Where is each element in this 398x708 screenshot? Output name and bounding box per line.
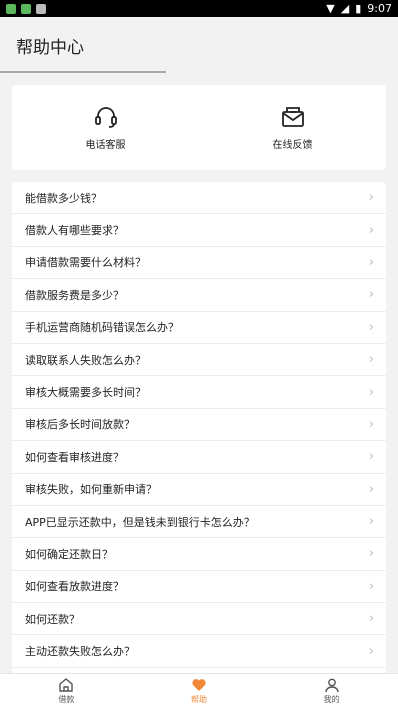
- person-icon: [324, 678, 339, 693]
- faq-question: 如何查看审核进度？: [25, 450, 124, 464]
- faq-item[interactable]: 如何查看放款进度？ ›: [12, 571, 386, 604]
- phone-service-label: 电话客服: [85, 140, 126, 151]
- faq-item[interactable]: 如何还款？ ›: [12, 603, 386, 636]
- tab-mine-label: 我的: [323, 695, 340, 704]
- faq-item[interactable]: 审核失败，如何重新申请？ ›: [12, 474, 386, 506]
- faq-list: 能借款多少钱？ › 借款人有哪些要求？ › 申请借款需要什么材料？ › 借款服务费是多少？ ›…: [12, 182, 386, 674]
- chevron-right-icon: ›: [368, 546, 374, 562]
- home-icon: [59, 678, 74, 692]
- faq-item[interactable]: 主动还款失败怎么办？ ›: [12, 635, 386, 668]
- faq-item[interactable]: 能借款多少钱？ ›: [12, 182, 386, 215]
- online-feedback-button[interactable]: 在线反馈: [199, 85, 386, 170]
- chevron-right-icon: ›: [368, 481, 374, 497]
- faq-item[interactable]: APP已显示还款中，但是钱未到银行卡怎么办？ ›: [12, 506, 386, 539]
- chevron-right-icon: ›: [368, 190, 374, 206]
- faq-item[interactable]: 审核大概需要多长时间？ ›: [12, 376, 386, 409]
- contact-card: 电话客服 在线反馈: [12, 85, 386, 170]
- faq-item[interactable]: 手机运营商随机码错误怎么办？ ›: [12, 312, 386, 344]
- tab-loan[interactable]: 借款: [0, 674, 133, 708]
- tab-loan-label: 借款: [58, 695, 75, 704]
- headset-icon: [94, 107, 117, 128]
- chevron-right-icon: ›: [368, 449, 374, 465]
- battery-icon: ▮: [355, 2, 362, 15]
- status-time: 9:07: [367, 2, 392, 15]
- app-notification-icon: [6, 3, 16, 14]
- bottom-tab-bar: 借款 帮助 我的: [0, 673, 398, 708]
- faq-question: 读取联系人失败怎么办？: [25, 353, 146, 367]
- online-feedback-label: 在线反馈: [272, 140, 313, 151]
- chevron-right-icon: ›: [368, 514, 374, 530]
- chevron-right-icon: ›: [368, 384, 374, 400]
- tab-help[interactable]: 帮助: [133, 674, 266, 708]
- faq-item[interactable]: 如何查看审核进度？ ›: [12, 441, 386, 474]
- chevron-right-icon: ›: [368, 319, 374, 335]
- signal-icon: ◢: [340, 2, 350, 15]
- faq-question: 如何还款？: [25, 612, 80, 626]
- phone-service-button[interactable]: 电话客服: [12, 85, 199, 170]
- app-notification-icon: [36, 3, 46, 14]
- chevron-right-icon: ›: [368, 578, 374, 594]
- faq-question: 申请借款需要什么材料？: [25, 256, 146, 270]
- faq-item[interactable]: 审核后多长时间放款？ ›: [12, 409, 386, 442]
- header-underline: [0, 71, 166, 73]
- chevron-right-icon: ›: [368, 416, 374, 432]
- faq-item[interactable]: 读取联系人失败怎么办？ ›: [12, 344, 386, 377]
- chevron-right-icon: ›: [368, 287, 374, 303]
- chevron-right-icon: ›: [368, 222, 374, 238]
- faq-item[interactable]: 申请借款需要什么材料？ ›: [12, 247, 386, 280]
- faq-question: 主动还款失败怎么办？: [25, 645, 135, 659]
- faq-question: 借款服务费是多少？: [25, 288, 124, 302]
- chevron-right-icon: ›: [368, 611, 374, 627]
- faq-question: 审核失败，如何重新申请？: [25, 483, 157, 497]
- faq-question: 借款人有哪些要求？: [25, 224, 124, 238]
- faq-question: APP已显示还款中，但是钱未到银行卡怎么办？: [25, 515, 255, 529]
- faq-question: 手机运营商随机码错误怎么办？: [25, 321, 179, 335]
- faq-question: 如何查看放款进度？: [25, 580, 124, 594]
- page-header: 帮助中心: [0, 17, 398, 73]
- status-bar: ▼ ◢ ▮ 9:07: [0, 0, 398, 17]
- tab-mine[interactable]: 我的: [265, 674, 398, 708]
- tab-help-label: 帮助: [191, 695, 207, 704]
- faq-question: 如何确定还款日？: [25, 547, 113, 561]
- faq-question: 能借款多少钱？: [25, 191, 102, 205]
- chevron-right-icon: ›: [368, 254, 374, 270]
- faq-item[interactable]: 借款服务费是多少？ ›: [12, 279, 386, 312]
- chevron-right-icon: ›: [368, 352, 374, 368]
- chevron-right-icon: ›: [368, 643, 374, 659]
- heart-icon: [192, 679, 206, 691]
- wifi-icon: ▼: [326, 2, 335, 15]
- page-title: 帮助中心: [16, 38, 84, 58]
- faq-question: 审核后多长时间放款？: [25, 418, 135, 432]
- faq-item[interactable]: 如何确定还款日？ ›: [12, 538, 386, 571]
- faq-item[interactable]: 借款人有哪些要求？ ›: [12, 214, 386, 247]
- mail-icon: [281, 107, 304, 127]
- faq-question: 审核大概需要多长时间？: [25, 386, 146, 400]
- app-notification-icon: [21, 3, 31, 14]
